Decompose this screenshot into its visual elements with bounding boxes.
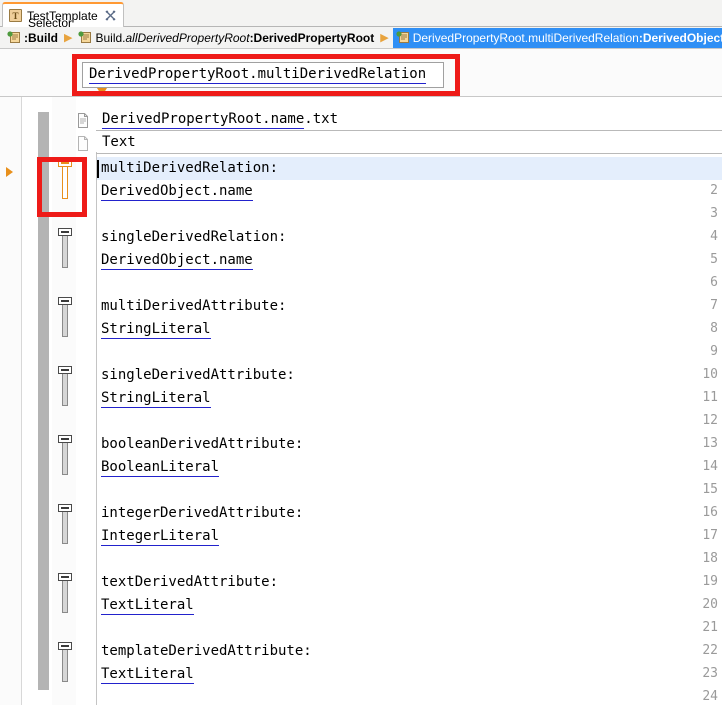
fold-collapse-box[interactable]: [58, 642, 72, 650]
breadcrumb-prefix: Build.: [95, 30, 125, 46]
annotation-gutter[interactable]: [0, 97, 22, 705]
code-line[interactable]: TextLiteral: [97, 663, 722, 686]
template-link[interactable]: IntegerLiteral: [101, 528, 219, 546]
code-line[interactable]: singleDerivedAttribute:: [97, 364, 722, 387]
code-line[interactable]: DerivedObject.name: [97, 180, 722, 203]
fold-toggle-icon[interactable]: [58, 571, 72, 613]
selector-input[interactable]: DerivedPropertyRoot.multiDerivedRelation: [82, 62, 444, 88]
code-line[interactable]: [97, 479, 722, 502]
fold-collapse-box[interactable]: [58, 573, 72, 581]
filename-row-icon: [76, 113, 90, 128]
template-link[interactable]: DerivedObject.name: [101, 252, 253, 270]
code-text: singleDerivedAttribute:: [101, 367, 295, 383]
code-line[interactable]: StringLiteral: [97, 318, 722, 341]
fold-toggle-icon[interactable]: [58, 295, 72, 337]
code-line[interactable]: templateDerivedAttribute:: [97, 640, 722, 663]
code-line[interactable]: [97, 617, 722, 640]
fold-toggle-icon[interactable]: [58, 640, 72, 682]
code-text: singleDerivedRelation:: [101, 229, 286, 245]
code-line[interactable]: StringLiteral: [97, 387, 722, 410]
text-caret: [97, 160, 99, 178]
selector-label: Selector: [28, 16, 72, 30]
fold-range-bar: [62, 166, 68, 199]
filetype-row-icon: [76, 136, 90, 151]
breadcrumb: :Build ▶ Build. allDerivedPropertyRoot :…: [0, 27, 722, 49]
code-text: multiDerivedAttribute:: [101, 298, 286, 314]
code-line[interactable]: textDerivedAttribute:: [97, 571, 722, 594]
fold-collapse-box[interactable]: [58, 297, 72, 305]
template-link[interactable]: BooleanLiteral: [101, 459, 219, 477]
template-link[interactable]: TextLiteral: [101, 666, 194, 684]
selector-value: DerivedPropertyRoot.multiDerivedRelation: [89, 66, 426, 84]
filename-row[interactable]: DerivedPropertyRoot.name.txt: [96, 108, 722, 131]
fold-toggle-icon[interactable]: [58, 433, 72, 475]
breadcrumb-feature: allDerivedPropertyRoot: [126, 30, 250, 46]
fold-toggle-icon[interactable]: [58, 502, 72, 544]
filetype-row[interactable]: Text: [96, 131, 722, 154]
filename-extension: .txt: [304, 111, 338, 127]
template-file-icon: T: [9, 9, 22, 22]
code-text: templateDerivedAttribute:: [101, 643, 312, 659]
code-line[interactable]: [97, 341, 722, 364]
editor-tab-bar: T TestTemplate: [0, 0, 722, 27]
close-icon[interactable]: [105, 10, 116, 21]
template-editor: DerivedPropertyRoot.name.txt Text 1multi…: [0, 97, 722, 705]
code-line[interactable]: booleanDerivedAttribute:: [97, 433, 722, 456]
breadcrumb-type: :DerivedPropertyRoot: [250, 30, 375, 46]
fold-collapse-box[interactable]: [58, 504, 72, 512]
code-line[interactable]: [97, 410, 722, 433]
code-line[interactable]: IntegerLiteral: [97, 525, 722, 548]
fold-range-bar: [62, 511, 68, 544]
fold-toggle-icon[interactable]: [58, 364, 72, 406]
code-line[interactable]: [97, 548, 722, 571]
fold-range-bar: [62, 580, 68, 613]
fold-collapse-box[interactable]: [58, 228, 72, 236]
filename-linked: DerivedPropertyRoot.name: [102, 111, 304, 129]
selector-marker-icon: [97, 88, 107, 96]
code-line[interactable]: BooleanLiteral: [97, 456, 722, 479]
code-text: integerDerivedAttribute:: [101, 505, 303, 521]
overview-ruler[interactable]: [38, 112, 49, 690]
fold-range-bar: [62, 373, 68, 406]
code-line[interactable]: DerivedObject.name: [97, 249, 722, 272]
code-line[interactable]: singleDerivedRelation:: [97, 226, 722, 249]
model-element-icon: [7, 31, 21, 44]
fold-range-bar: [62, 442, 68, 475]
fold-collapse-box[interactable]: [58, 435, 72, 443]
template-link[interactable]: StringLiteral: [101, 321, 211, 339]
code-line[interactable]: multiDerivedRelation:: [97, 157, 722, 180]
expand-marker-icon[interactable]: [6, 167, 13, 177]
breadcrumb-separator-icon: ▶: [380, 31, 388, 44]
breadcrumb-item-derivedpropertyroot[interactable]: Build. allDerivedPropertyRoot :DerivedPr…: [76, 28, 376, 48]
breadcrumb-label: :Build: [24, 30, 58, 46]
code-line[interactable]: integerDerivedAttribute:: [97, 502, 722, 525]
fold-toggle-icon[interactable]: [58, 157, 72, 199]
breadcrumb-prefix: DerivedPropertyRoot.multiDerivedRelation: [413, 30, 639, 46]
fold-range-bar: [62, 235, 68, 268]
fold-range-bar: [62, 304, 68, 337]
code-text: multiDerivedRelation:: [101, 160, 278, 176]
filetype-text: Text: [96, 134, 136, 150]
code-text: textDerivedAttribute:: [101, 574, 278, 590]
template-link[interactable]: TextLiteral: [101, 597, 194, 615]
fold-toggle-icon[interactable]: [58, 226, 72, 268]
breadcrumb-type: :DerivedObject: [639, 30, 722, 46]
model-element-icon: [78, 31, 92, 44]
code-line[interactable]: [97, 272, 722, 295]
fold-collapse-box[interactable]: [58, 366, 72, 374]
model-element-icon: [396, 31, 410, 44]
breadcrumb-item-build[interactable]: :Build: [5, 28, 60, 48]
fold-range-bar: [62, 649, 68, 682]
breadcrumb-separator-icon: ▶: [64, 31, 72, 44]
filename-text: DerivedPropertyRoot.name.txt: [96, 111, 338, 127]
code-line[interactable]: multiDerivedAttribute:: [97, 295, 722, 318]
template-link[interactable]: DerivedObject.name: [101, 183, 253, 201]
breadcrumb-item-derivedobject-selected[interactable]: DerivedPropertyRoot.multiDerivedRelation…: [393, 28, 722, 48]
fold-collapse-box[interactable]: [58, 159, 72, 167]
code-line[interactable]: TextLiteral: [97, 594, 722, 617]
template-link[interactable]: StringLiteral: [101, 390, 211, 408]
code-line[interactable]: [97, 686, 722, 705]
code-text: booleanDerivedAttribute:: [101, 436, 303, 452]
code-line[interactable]: [97, 203, 722, 226]
